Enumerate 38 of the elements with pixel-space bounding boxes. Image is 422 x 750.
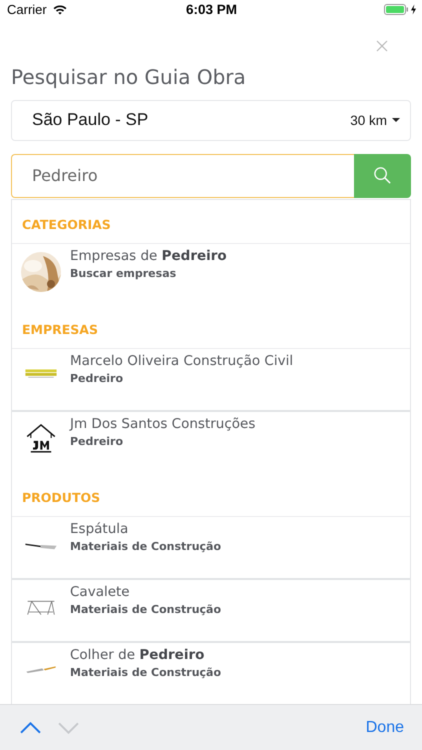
result-subtitle: Buscar empresas [70,267,178,280]
done-button[interactable]: Done [360,714,410,740]
radius-label: 30 km [350,112,387,128]
section-heading: PRODUTOS [12,473,410,517]
result-subtitle: Materiais de Construção [70,540,222,553]
search-field[interactable]: Pedreiro [11,154,354,198]
carrier-label: Carrier [7,2,47,17]
result-subtitle: Materiais de Construção [70,666,222,679]
chevron-up-icon[interactable] [20,722,41,734]
banner-logo-icon [24,367,58,379]
close-icon[interactable] [376,40,388,52]
result-title: Colher de Pedreiro [70,647,206,663]
trestle-icon [25,598,57,618]
search-button[interactable] [354,154,411,198]
result-title: Empresas de Pedreiro [70,248,227,264]
section-heading: EMPRESAS [12,305,410,349]
section-heading: CATEGORIAS [12,200,410,244]
result-subtitle: Materiais de Construção [70,603,222,616]
result-row[interactable]: Marcelo Oliveira Construção Civil Pedreiro [12,349,410,412]
clock-time: 6:03 PM [186,2,238,17]
location-selector[interactable]: São Paulo - SP 30 km [11,100,411,141]
result-title: Espátula [70,521,130,537]
result-subtitle: Pedreiro [70,435,124,448]
caret-icon [392,118,400,122]
page-title: Pesquisar no Guia Obra [11,64,247,89]
result-title: Jm Dos Santos Construções [70,416,256,432]
result-row[interactable]: Espátula Materiais de Construção [12,517,410,580]
result-row[interactable]: Jm Dos Santos Construções Pedreiro [12,412,410,473]
result-subtitle: Pedreiro [70,372,124,385]
search-icon [373,166,392,186]
battery-icon [384,4,408,15]
result-row[interactable]: Cavalete Materiais de Construção [12,580,410,643]
result-title: Cavalete [70,584,131,600]
wifi-icon [52,3,68,16]
result-row[interactable]: Colher de Pedreiro Materiais de Construção [12,643,410,704]
city-label: São Paulo - SP [32,110,148,130]
result-title: Marcelo Oliveira Construção Civil [70,353,294,369]
result-row[interactable]: Empresas de Pedreiro Buscar empresas [12,244,410,305]
